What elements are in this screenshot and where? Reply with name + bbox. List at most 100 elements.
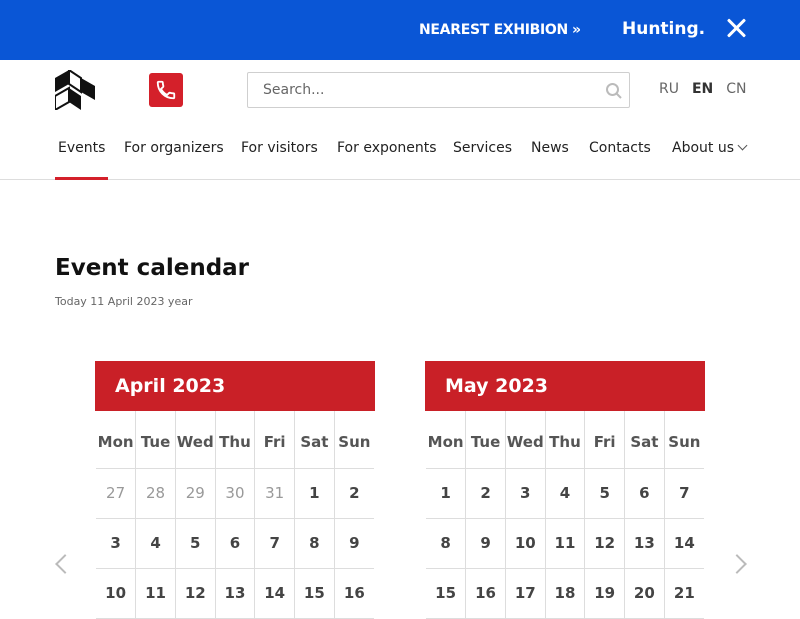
weekday-label: Tue: [135, 411, 176, 469]
nav-item-label: For exponents: [337, 140, 437, 156]
calendar-day[interactable]: 18: [545, 568, 586, 619]
weekday-label: Wed: [175, 411, 216, 469]
calendar-day[interactable]: 3: [505, 468, 546, 519]
weekday-label: Sat: [294, 411, 335, 469]
calendar-day[interactable]: 4: [545, 468, 586, 519]
calendar-day[interactable]: 2: [334, 468, 374, 519]
calendar-day[interactable]: 9: [465, 518, 506, 569]
calendar-day[interactable]: 13: [215, 568, 256, 619]
calendar-day[interactable]: 11: [135, 568, 176, 619]
weekday-label: Mon: [426, 411, 467, 469]
calendar-day[interactable]: 16: [334, 568, 374, 619]
calendar-day[interactable]: 3: [96, 518, 137, 569]
nav-item-services[interactable]: Services: [453, 140, 512, 156]
main-nav: Events For organizers For visitors For expo…: [0, 128, 800, 180]
week-row: 3456789: [96, 518, 374, 569]
calendar-day[interactable]: 16: [465, 568, 506, 619]
weekday-row: Mon Tue Wed Thu Fri Sat Sun: [96, 411, 374, 469]
weekday-label: Thu: [215, 411, 256, 469]
calendar-day[interactable]: 27: [96, 468, 137, 519]
calendar-day[interactable]: 6: [624, 468, 665, 519]
close-icon[interactable]: [727, 18, 747, 38]
search-box: [247, 72, 630, 108]
weekday-label: Wed: [505, 411, 546, 469]
nav-item-label: For visitors: [241, 140, 318, 156]
calendar-day[interactable]: 13: [624, 518, 665, 569]
calendar-day[interactable]: 7: [254, 518, 296, 569]
week-row: 27 28 29 30 31 1 2: [96, 468, 374, 519]
nav-item-label: News: [531, 140, 569, 156]
calendar-month-title: May 2023: [425, 361, 705, 411]
calendar-day[interactable]: 1: [426, 468, 467, 519]
calendar-day[interactable]: 8: [294, 518, 335, 569]
calendar-day[interactable]: 12: [584, 518, 626, 569]
language-ru[interactable]: RU: [659, 81, 679, 97]
calendar-day[interactable]: 8: [426, 518, 467, 569]
search-input[interactable]: [248, 73, 588, 107]
phone-icon: [156, 80, 176, 100]
calendar-day[interactable]: 14: [254, 568, 296, 619]
chevron-left-icon[interactable]: [55, 554, 75, 574]
top-announcement-bar: NEAREST EXHIBION» Hunting. Fishing: [0, 0, 800, 60]
weekday-label: Fri: [254, 411, 296, 469]
calendar-day[interactable]: 12: [175, 568, 216, 619]
nearest-exhibition-link[interactable]: NEAREST EXHIBION»: [419, 22, 581, 38]
weekday-label: Mon: [96, 411, 137, 469]
nav-item-contacts[interactable]: Contacts: [589, 140, 651, 156]
nav-item-label: For organizers: [124, 140, 224, 156]
week-row: 15 16 17 18 19 20 21: [426, 568, 704, 619]
week-row: 10 11 12 13 14 15 16: [96, 568, 374, 619]
nav-item-label: Contacts: [589, 140, 651, 156]
calendar-day[interactable]: 28: [135, 468, 176, 519]
chevron-down-icon: [737, 140, 748, 151]
calendar-month-title: April 2023: [95, 361, 375, 411]
logo-icon[interactable]: [54, 68, 95, 112]
weekday-label: Fri: [584, 411, 626, 469]
calendar-day[interactable]: 9: [334, 518, 374, 569]
calendar-may: May 2023 Mon Tue Wed Thu Fri Sat Sun 1 2 3 4 5 6 7 8 9 10…: [425, 361, 705, 619]
chevron-right-icon[interactable]: [727, 554, 747, 574]
calendar-day[interactable]: 11: [545, 518, 586, 569]
phone-button[interactable]: [149, 73, 183, 107]
weekday-label: Sun: [664, 411, 704, 469]
calendar-day[interactable]: 6: [215, 518, 256, 569]
exhibition-ticker[interactable]: Hunting. Fishing: [622, 19, 706, 39]
calendar-grid: Mon Tue Wed Thu Fri Sat Sun 27 28 29 30 31 1 2 3 4 5 6 7 8 9…: [96, 411, 374, 619]
nav-item-for-organizers[interactable]: For organizers: [124, 140, 224, 156]
calendar-day[interactable]: 17: [505, 568, 546, 619]
nav-item-for-visitors[interactable]: For visitors: [241, 140, 318, 156]
nav-item-label: Events: [58, 140, 106, 156]
nav-item-for-exponents[interactable]: For exponents: [337, 140, 437, 156]
nav-item-news[interactable]: News: [531, 140, 569, 156]
calendar-day[interactable]: 10: [96, 568, 137, 619]
weekday-row: Mon Tue Wed Thu Fri Sat Sun: [426, 411, 704, 469]
language-cn[interactable]: CN: [726, 81, 746, 97]
calendar-day[interactable]: 7: [664, 468, 704, 519]
calendar-day[interactable]: 10: [505, 518, 546, 569]
calendar-day[interactable]: 15: [426, 568, 467, 619]
page-title: Event calendar: [55, 255, 250, 281]
calendar-day[interactable]: 1: [294, 468, 335, 519]
nav-item-events[interactable]: Events: [54, 140, 109, 180]
search-icon[interactable]: [605, 82, 623, 100]
calendar-day[interactable]: 14: [664, 518, 704, 569]
calendar-day[interactable]: 21: [664, 568, 704, 619]
language-en[interactable]: EN: [692, 81, 713, 97]
calendar-day[interactable]: 31: [254, 468, 296, 519]
weekday-label: Sun: [334, 411, 374, 469]
calendar-day[interactable]: 4: [135, 518, 176, 569]
nav-item-label: Services: [453, 140, 513, 156]
language-switcher: RU EN CN: [659, 81, 760, 97]
calendar-day[interactable]: 29: [175, 468, 216, 519]
calendar-day[interactable]: 5: [584, 468, 626, 519]
calendar-day[interactable]: 30: [215, 468, 256, 519]
nav-item-about-us[interactable]: About us: [672, 140, 748, 156]
calendar-day[interactable]: 20: [624, 568, 665, 619]
week-row: 8 9 10 11 12 13 14: [426, 518, 704, 569]
calendar-day[interactable]: 2: [465, 468, 506, 519]
week-row: 1234567: [426, 468, 704, 519]
double-chevron-right-icon: »: [571, 22, 581, 38]
calendar-day[interactable]: 19: [584, 568, 626, 619]
calendar-day[interactable]: 15: [294, 568, 335, 619]
calendar-day[interactable]: 5: [175, 518, 216, 569]
